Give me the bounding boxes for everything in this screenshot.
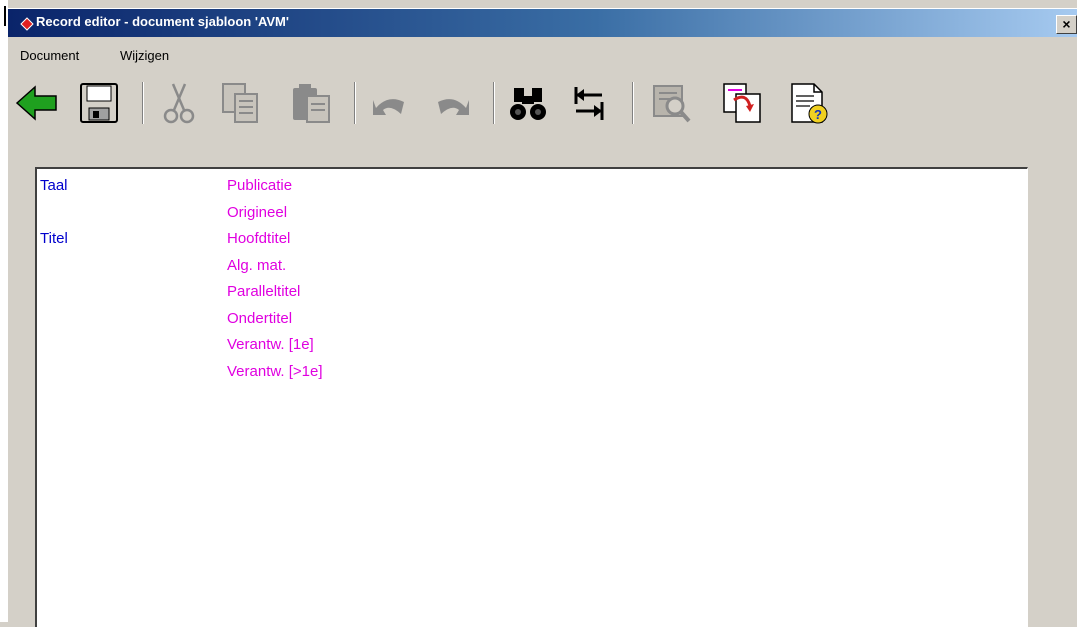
subfield-label[interactable]: Verantw. [1e] <box>227 336 314 353</box>
app-diamond-icon <box>20 17 34 31</box>
save-button[interactable] <box>76 80 122 126</box>
book-search-icon <box>653 85 691 123</box>
swap-icon <box>574 87 604 120</box>
find-icon <box>510 88 546 120</box>
menu-wijzigen[interactable]: Wijzigen <box>120 48 169 63</box>
window-title: Record editor - document sjabloon 'AVM' <box>36 14 289 29</box>
field-label[interactable]: Titel <box>40 230 68 247</box>
subfield-label[interactable]: Ondertitel <box>227 310 292 327</box>
title-bar[interactable]: Record editor - document sjabloon 'AVM' … <box>8 8 1077 37</box>
save-icon <box>80 83 118 123</box>
swap-button[interactable] <box>566 80 612 126</box>
svg-text:?: ? <box>814 107 822 122</box>
back-button[interactable] <box>14 80 60 126</box>
back-arrow-icon <box>15 85 57 121</box>
subfield-label[interactable]: Hoofdtitel <box>227 230 290 247</box>
paste-icon <box>293 84 330 123</box>
cut-icon <box>163 83 195 124</box>
window-left-edge <box>0 0 8 622</box>
paste-button[interactable] <box>288 80 334 126</box>
record-editor-pane[interactable]: Taal Publicatie Origineel Titel Hoofdtit… <box>35 167 1028 627</box>
subfield-label[interactable]: Origineel <box>227 204 287 221</box>
cut-button[interactable] <box>156 80 202 126</box>
toolbar: ? <box>8 70 1077 146</box>
subfield-label[interactable]: Paralleltitel <box>227 283 300 300</box>
menu-bar: Document Wijzigen <box>8 38 1077 68</box>
find-button[interactable] <box>506 80 552 126</box>
field-label[interactable]: Taal <box>40 177 68 194</box>
insert-page-button[interactable] <box>720 80 766 126</box>
help-document-button[interactable]: ? <box>786 80 832 126</box>
subfield-label[interactable]: Publicatie <box>227 177 292 194</box>
subfield-label[interactable]: Alg. mat. <box>227 257 286 274</box>
menu-document[interactable]: Document <box>20 48 79 63</box>
help-document-icon: ? <box>791 83 828 124</box>
close-button[interactable]: × <box>1056 15 1077 34</box>
redo-button[interactable] <box>428 80 474 126</box>
undo-icon <box>373 99 404 115</box>
copy-icon <box>222 83 258 123</box>
undo-button[interactable] <box>368 80 414 126</box>
copy-button[interactable] <box>218 80 264 126</box>
insert-page-icon <box>723 83 761 123</box>
redo-icon <box>438 99 469 115</box>
book-search-button[interactable] <box>648 80 694 126</box>
subfield-label[interactable]: Verantw. [>1e] <box>227 363 323 380</box>
